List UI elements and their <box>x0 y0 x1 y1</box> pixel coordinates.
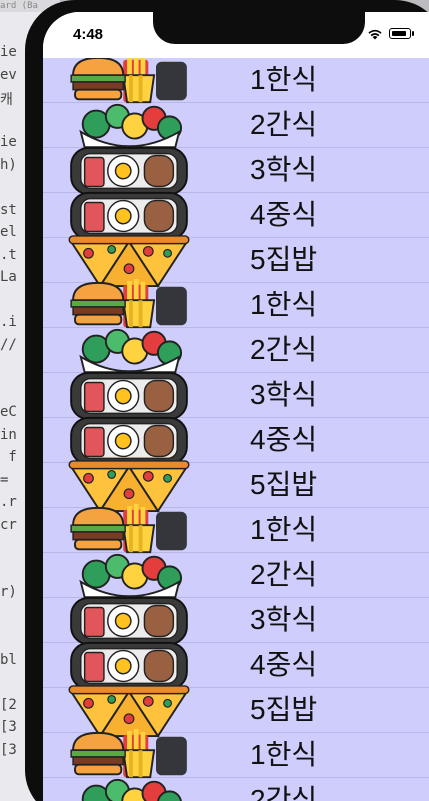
battery-tip <box>412 31 414 36</box>
food-row-label: 4중식 <box>250 424 318 455</box>
code-line: h) <box>0 156 17 173</box>
food-row[interactable]: 2간식 <box>43 553 429 599</box>
code-line: .r <box>0 494 17 510</box>
food-row[interactable]: 5집밥 <box>43 235 429 288</box>
food-row[interactable]: 2간식 <box>43 328 429 374</box>
code-line: r) <box>0 584 17 600</box>
food-row-label: 1한식 <box>250 739 318 770</box>
food-row-label: 1한식 <box>250 514 318 545</box>
food-row-label: 1한식 <box>250 64 318 95</box>
food-row-label: 1한식 <box>250 289 318 320</box>
food-row[interactable]: 1한식 <box>43 279 429 329</box>
food-row-label: 2간식 <box>250 784 318 801</box>
code-line: ie <box>0 134 17 150</box>
code-line: cr <box>0 516 17 533</box>
food-row-label: 2간식 <box>250 109 318 140</box>
code-line: = <box>0 471 9 488</box>
food-row-label: 4중식 <box>250 649 318 680</box>
food-row[interactable]: 3학식 <box>43 371 429 421</box>
food-row[interactable]: 5집밥 <box>43 460 429 513</box>
food-row-label: 3학식 <box>250 379 318 410</box>
code-line: [3 <box>0 741 17 758</box>
food-row-label: 5집밥 <box>250 694 318 725</box>
device-notch <box>153 12 365 44</box>
food-row[interactable]: 4중식 <box>43 641 429 691</box>
wifi-icon <box>368 29 382 40</box>
food-table-view[interactable]: 1한식 2간식 3학식 4중식 5집밥 1한식 2간식 3학식 4중식 5집밥 … <box>43 54 429 801</box>
code-line: .t <box>0 246 17 263</box>
code-line: ie <box>0 44 17 60</box>
food-row-label: 5집밥 <box>250 469 318 500</box>
food-row[interactable]: 1한식 <box>43 54 429 104</box>
code-line: in <box>0 426 17 443</box>
food-row[interactable]: 4중식 <box>43 416 429 466</box>
food-row[interactable]: 2간식 <box>43 778 429 801</box>
code-line: f <box>0 449 17 465</box>
food-row[interactable]: 4중식 <box>43 191 429 241</box>
food-row-label: 4중식 <box>250 199 318 230</box>
food-row-label: 3학식 <box>250 604 318 635</box>
app-screen: 1한식 2간식 3학식 4중식 5집밥 1한식 2간식 3학식 4중식 5집밥 … <box>43 12 429 801</box>
food-row[interactable]: 3학식 <box>43 596 429 646</box>
code-line: st <box>0 201 17 218</box>
code-line: bl <box>0 651 17 668</box>
food-row-label: 3학식 <box>250 154 318 185</box>
code-line: ev <box>0 66 17 83</box>
food-row[interactable]: 3학식 <box>43 146 429 196</box>
code-line: // <box>0 336 17 353</box>
code-line: 캐 <box>0 92 13 108</box>
code-line: La <box>0 269 17 285</box>
code-line: .i <box>0 314 17 330</box>
food-row-label: 5집밥 <box>250 244 318 275</box>
food-row-label: 2간식 <box>250 334 318 365</box>
battery-icon <box>389 28 411 39</box>
food-row-label: 2간식 <box>250 559 318 590</box>
salad-bowl-icon <box>81 778 182 801</box>
food-row[interactable]: 5집밥 <box>43 685 429 738</box>
status-time: 4:48 <box>73 26 104 43</box>
code-line: [2 <box>0 696 17 713</box>
food-row[interactable]: 1한식 <box>43 504 429 554</box>
code-line: [3 <box>0 719 17 735</box>
food-row[interactable]: 2간식 <box>43 103 429 149</box>
code-line: eC <box>0 404 17 420</box>
code-line: el <box>0 224 17 240</box>
food-row[interactable]: 1한식 <box>43 729 429 779</box>
